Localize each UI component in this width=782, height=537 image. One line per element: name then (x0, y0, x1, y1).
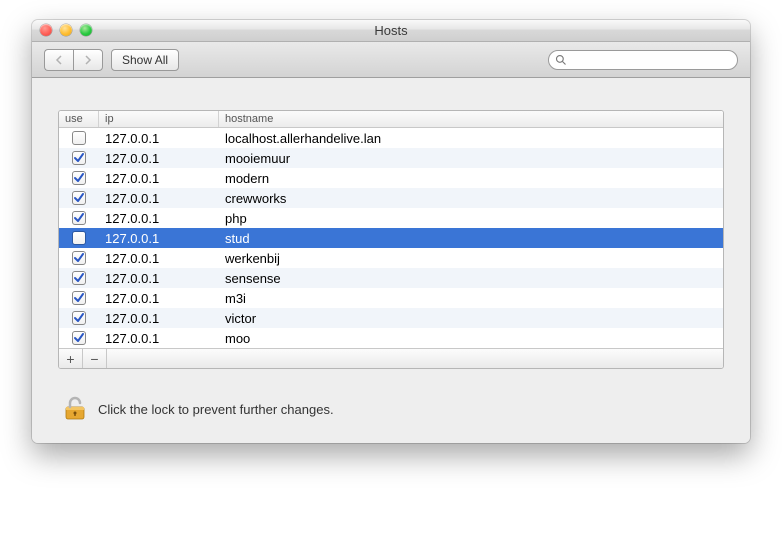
cell-ip: 127.0.0.1 (99, 211, 219, 226)
search-icon (555, 54, 567, 66)
use-checkbox[interactable] (72, 211, 86, 225)
search-input[interactable] (571, 53, 731, 67)
table-row[interactable]: 127.0.0.1php (59, 208, 723, 228)
use-checkbox[interactable] (72, 271, 86, 285)
table-row[interactable]: 127.0.0.1stud (59, 228, 723, 248)
titlebar: Hosts (32, 20, 750, 42)
cell-use (59, 151, 99, 165)
cell-hostname: werkenbij (219, 251, 723, 266)
column-header-ip[interactable]: ip (99, 111, 219, 127)
table-row[interactable]: 127.0.0.1sensense (59, 268, 723, 288)
cell-hostname: mooiemuur (219, 151, 723, 166)
chevron-right-icon (84, 55, 92, 65)
check-icon (73, 252, 85, 264)
cell-ip: 127.0.0.1 (99, 131, 219, 146)
use-checkbox[interactable] (72, 151, 86, 165)
cell-hostname: localhost.allerhandelive.lan (219, 131, 723, 146)
check-icon (73, 332, 85, 344)
content-area: use ip hostname 127.0.0.1localhost.aller… (32, 78, 750, 443)
cell-use (59, 331, 99, 345)
forward-button[interactable] (73, 49, 103, 71)
cell-use (59, 291, 99, 305)
check-icon (73, 152, 85, 164)
cell-hostname: stud (219, 231, 723, 246)
show-all-label: Show All (122, 53, 168, 67)
use-checkbox[interactable] (72, 291, 86, 305)
table-row[interactable]: 127.0.0.1werkenbij (59, 248, 723, 268)
window-minimize-button[interactable] (60, 24, 72, 36)
check-icon (73, 272, 85, 284)
cell-hostname: victor (219, 311, 723, 326)
cell-hostname: m3i (219, 291, 723, 306)
check-icon (73, 212, 85, 224)
preferences-window: Hosts Show All use ip hostname 127.0 (32, 20, 750, 443)
cell-hostname: moo (219, 331, 723, 346)
cell-use (59, 231, 99, 245)
cell-use (59, 131, 99, 145)
cell-use (59, 271, 99, 285)
column-header-use[interactable]: use (59, 111, 99, 127)
cell-use (59, 171, 99, 185)
show-all-button[interactable]: Show All (111, 49, 179, 71)
column-header-hostname[interactable]: hostname (219, 111, 723, 127)
table-row[interactable]: 127.0.0.1modern (59, 168, 723, 188)
cell-hostname: modern (219, 171, 723, 186)
nav-segmented-control (44, 49, 103, 71)
remove-row-button[interactable]: − (83, 349, 107, 368)
chevron-left-icon (55, 55, 63, 65)
cell-ip: 127.0.0.1 (99, 251, 219, 266)
use-checkbox[interactable] (72, 171, 86, 185)
hosts-table: use ip hostname 127.0.0.1localhost.aller… (58, 110, 724, 369)
table-header: use ip hostname (59, 111, 723, 128)
lock-row: Click the lock to prevent further change… (60, 395, 724, 423)
window-zoom-button[interactable] (80, 24, 92, 36)
table-row[interactable]: 127.0.0.1m3i (59, 288, 723, 308)
lock-open-icon (60, 395, 88, 423)
cell-ip: 127.0.0.1 (99, 171, 219, 186)
use-checkbox[interactable] (72, 331, 86, 345)
cell-use (59, 311, 99, 325)
cell-use (59, 251, 99, 265)
check-icon (73, 172, 85, 184)
table-body: 127.0.0.1localhost.allerhandelive.lan127… (59, 128, 723, 348)
use-checkbox[interactable] (72, 311, 86, 325)
cell-use (59, 211, 99, 225)
use-checkbox[interactable] (72, 251, 86, 265)
search-field[interactable] (548, 50, 738, 70)
table-row[interactable]: 127.0.0.1crewworks (59, 188, 723, 208)
window-controls (40, 24, 92, 36)
cell-hostname: sensense (219, 271, 723, 286)
check-icon (73, 292, 85, 304)
use-checkbox[interactable] (72, 231, 86, 245)
use-checkbox[interactable] (72, 131, 86, 145)
cell-ip: 127.0.0.1 (99, 331, 219, 346)
cell-use (59, 191, 99, 205)
toolbar: Show All (32, 42, 750, 78)
lock-text: Click the lock to prevent further change… (98, 402, 334, 417)
add-row-button[interactable]: + (59, 349, 83, 368)
cell-ip: 127.0.0.1 (99, 191, 219, 206)
back-button[interactable] (44, 49, 73, 71)
lock-button[interactable] (60, 395, 88, 423)
table-row[interactable]: 127.0.0.1victor (59, 308, 723, 328)
cell-hostname: crewworks (219, 191, 723, 206)
table-row[interactable]: 127.0.0.1localhost.allerhandelive.lan (59, 128, 723, 148)
window-close-button[interactable] (40, 24, 52, 36)
use-checkbox[interactable] (72, 191, 86, 205)
cell-ip: 127.0.0.1 (99, 271, 219, 286)
check-icon (73, 192, 85, 204)
cell-ip: 127.0.0.1 (99, 311, 219, 326)
cell-ip: 127.0.0.1 (99, 151, 219, 166)
check-icon (73, 312, 85, 324)
cell-ip: 127.0.0.1 (99, 291, 219, 306)
table-row[interactable]: 127.0.0.1mooiemuur (59, 148, 723, 168)
table-row[interactable]: 127.0.0.1moo (59, 328, 723, 348)
cell-ip: 127.0.0.1 (99, 231, 219, 246)
window-title: Hosts (374, 23, 407, 38)
cell-hostname: php (219, 211, 723, 226)
table-footer: + − (59, 348, 723, 368)
